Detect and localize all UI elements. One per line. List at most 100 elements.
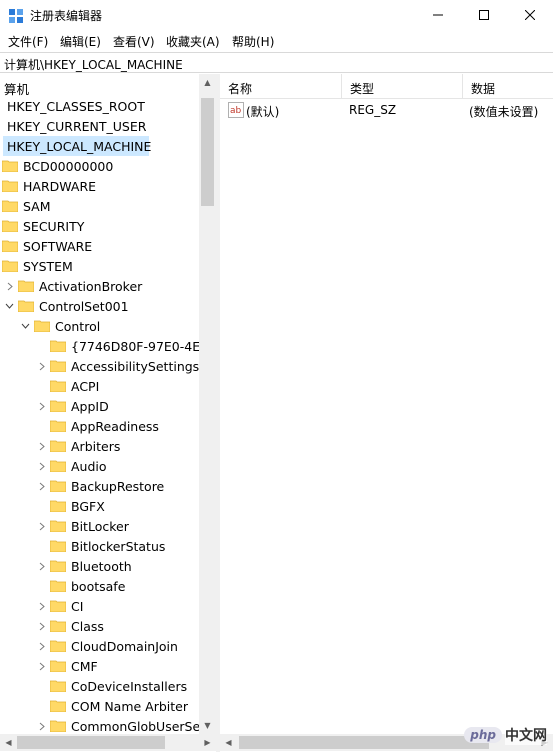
tree-item-label: CloudDomainJoin: [71, 639, 178, 654]
tree-item-hkcu[interactable]: HKEY_CURRENT_USER: [0, 116, 200, 136]
menu-favorites[interactable]: 收藏夹(A): [166, 33, 220, 50]
folder-icon: [49, 479, 67, 493]
tree-item-control-child[interactable]: BGFX: [0, 496, 200, 516]
tree-item-label: BitLocker: [71, 519, 129, 534]
value-type: REG_SZ: [349, 103, 397, 117]
scrollbar-thumb[interactable]: [201, 98, 214, 206]
folder-icon: [49, 519, 67, 533]
tree-item-control-child[interactable]: {7746D80F-97E0-4E26: [0, 336, 216, 356]
column-header-data[interactable]: 数据: [463, 74, 553, 98]
chevron-right-icon[interactable]: [37, 640, 47, 652]
folder-icon: [49, 359, 67, 373]
tree-item-controlset001[interactable]: ControlSet001: [0, 296, 200, 316]
tree-item-control-child[interactable]: CMF: [0, 656, 200, 676]
tree-item-system[interactable]: SYSTEM: [0, 256, 200, 276]
folder-icon: [49, 379, 67, 393]
tree-item-control[interactable]: Control: [0, 316, 200, 336]
tree-item-control-child[interactable]: BitLocker: [0, 516, 200, 536]
tree-item-control-child[interactable]: COM Name Arbiter: [0, 696, 200, 716]
folder-icon: [49, 719, 67, 733]
tree-item-control-child[interactable]: Class: [0, 616, 200, 636]
chevron-right-icon[interactable]: [5, 280, 15, 292]
scroll-left-icon[interactable]: ◀: [0, 734, 17, 751]
scrollbar-thumb[interactable]: [17, 736, 165, 749]
string-value-icon: ab: [228, 102, 244, 121]
minimize-button[interactable]: [415, 0, 461, 30]
scroll-left-icon[interactable]: ◀: [220, 734, 237, 751]
chevron-right-icon[interactable]: [37, 460, 47, 472]
chevron-right-icon[interactable]: [37, 480, 47, 492]
folder-icon: [49, 579, 67, 593]
tree-item-hkcr[interactable]: HKEY_CLASSES_ROOT: [0, 96, 200, 116]
scrollbar-thumb[interactable]: [239, 736, 489, 749]
maximize-button[interactable]: [461, 0, 507, 30]
tree-item-sam[interactable]: SAM: [0, 196, 200, 216]
window-title: 注册表编辑器: [30, 9, 103, 23]
folder-icon: [49, 639, 67, 653]
menu-file[interactable]: 文件(F): [8, 33, 48, 50]
tree-item-control-child[interactable]: ACPI: [0, 376, 200, 396]
tree-item-control-child[interactable]: BitlockerStatus: [0, 536, 200, 556]
menu-edit[interactable]: 编辑(E): [60, 33, 101, 50]
chevron-right-icon[interactable]: [37, 520, 47, 532]
tree-item-control-child[interactable]: bootsafe: [0, 576, 200, 596]
tree-item-control-child[interactable]: CoDeviceInstallers: [0, 676, 200, 696]
tree-item-hklm[interactable]: HKEY_LOCAL_MACHINE: [0, 136, 200, 156]
chevron-right-icon[interactable]: [37, 400, 47, 412]
tree-item-control-child[interactable]: Arbiters: [0, 436, 200, 456]
table-row[interactable]: ab (默认) REG_SZ (数值未设置): [220, 100, 553, 120]
tree-horizontal-scrollbar[interactable]: ◀ ▶: [0, 734, 216, 751]
tree-item-control-child[interactable]: AppReadiness: [0, 416, 200, 436]
tree-item-label: BCD00000000: [23, 159, 114, 174]
tree-item-control-child[interactable]: CI: [0, 596, 200, 616]
tree-item-computer[interactable]: 算机: [0, 76, 200, 97]
tree-item-control-child[interactable]: Bluetooth: [0, 556, 200, 576]
tree-item-hardware[interactable]: HARDWARE: [0, 176, 200, 196]
tree-item-control-child[interactable]: CommonGlobUserSet: [0, 716, 205, 736]
values-list: 名称 类型 数据 ab (默认) REG_SZ (数值未设置): [220, 74, 553, 734]
chevron-down-icon[interactable]: [20, 320, 30, 332]
tree-item-label: {7746D80F-97E0-4E26: [71, 339, 216, 354]
chevron-right-icon[interactable]: [37, 660, 47, 672]
watermark-logo: php 中文网: [464, 724, 547, 746]
folder-icon: [1, 239, 19, 253]
tree-item-bcd[interactable]: BCD00000000: [0, 156, 200, 176]
tree-item-security[interactable]: SECURITY: [0, 216, 200, 236]
tree-item-control-child[interactable]: AppID: [0, 396, 200, 416]
folder-icon: [1, 219, 19, 233]
tree-item-label: ControlSet001: [39, 299, 129, 314]
chevron-down-icon[interactable]: [4, 300, 14, 312]
tree-item-software[interactable]: SOFTWARE: [0, 236, 200, 256]
scroll-right-icon[interactable]: ▶: [199, 734, 216, 751]
menu-view[interactable]: 查看(V): [113, 33, 155, 50]
tree-item-control-child[interactable]: AccessibilitySettings: [0, 356, 200, 376]
address-bar[interactable]: 计算机\HKEY_LOCAL_MACHINE: [0, 52, 553, 73]
chevron-right-icon[interactable]: [37, 560, 47, 572]
chevron-right-icon[interactable]: [37, 440, 47, 452]
tree-item-label: BGFX: [71, 499, 105, 514]
chevron-right-icon[interactable]: [37, 360, 47, 372]
scroll-down-icon[interactable]: ▼: [199, 717, 216, 734]
close-button[interactable]: [507, 0, 553, 30]
tree-item-control-child[interactable]: Audio: [0, 456, 200, 476]
chevron-right-icon[interactable]: [37, 720, 47, 732]
chevron-right-icon[interactable]: [37, 600, 47, 612]
tree-item-control-child[interactable]: CloudDomainJoin: [0, 636, 200, 656]
folder-icon: [1, 259, 19, 273]
tree-item-activationbroker[interactable]: ActivationBroker: [0, 276, 200, 296]
folder-icon: [1, 179, 19, 193]
tree-item-label: SAM: [23, 199, 51, 214]
scroll-up-icon[interactable]: ▲: [199, 74, 216, 91]
column-header-name[interactable]: 名称: [220, 74, 342, 98]
folder-icon: [49, 659, 67, 673]
minimize-icon: [433, 14, 443, 16]
tree-vertical-scrollbar[interactable]: ▲ ▼: [199, 74, 216, 734]
tree-item-label: Control: [55, 319, 101, 334]
tree-item-label: Bluetooth: [71, 559, 132, 574]
menu-help[interactable]: 帮助(H): [232, 33, 274, 50]
chevron-right-icon[interactable]: [37, 620, 47, 632]
tree-item-label: HKEY_LOCAL_MACHINE: [7, 139, 152, 154]
tree-item-label: ActivationBroker: [39, 279, 143, 294]
column-header-type[interactable]: 类型: [342, 74, 463, 98]
tree-item-control-child[interactable]: BackupRestore: [0, 476, 200, 496]
